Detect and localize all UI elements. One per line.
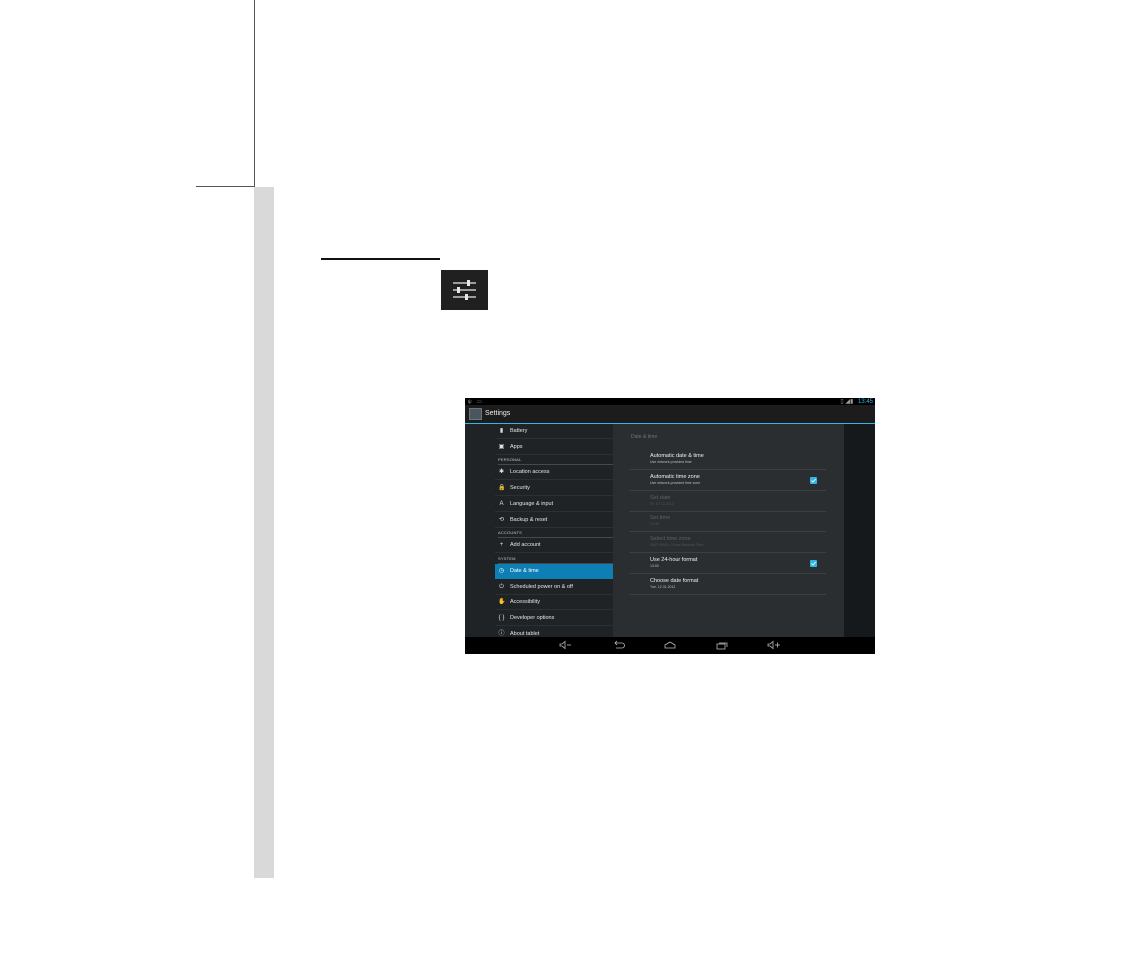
panel-gutter bbox=[844, 424, 875, 637]
sidebar-item-security[interactable]: 🔒 Security bbox=[495, 481, 613, 497]
settings-sliders-icon bbox=[441, 270, 488, 310]
sidebar-item-date-time[interactable]: ◷ Date & time bbox=[495, 563, 613, 579]
braces-icon: { } bbox=[498, 615, 505, 621]
settings-sidebar: ▮ Battery ▣ Apps PERSONAL ✱ Location access 🔒 Se… bbox=[465, 424, 613, 637]
plus-icon: + bbox=[499, 542, 504, 549]
location-icon: ✱ bbox=[498, 469, 505, 476]
sidebar-item-label: Battery bbox=[510, 428, 528, 434]
sidebar-item-label: Language & input bbox=[510, 500, 554, 507]
pref-automatic-time-zone[interactable]: Automatic time zone Use network-provided … bbox=[629, 470, 826, 491]
pref-title: Use 24-hour format bbox=[650, 557, 698, 563]
sidebar-item-label: Date & time bbox=[510, 567, 539, 574]
section-header-personal: PERSONAL bbox=[498, 457, 613, 466]
pref-title: Automatic time zone bbox=[650, 473, 700, 480]
sidebar-item-label: Security bbox=[510, 485, 530, 492]
battery-icon: ▮ bbox=[499, 428, 504, 434]
sidebar-item-label: About tablet bbox=[510, 630, 540, 637]
tablet-screenshot: ψ ▭ ▯ ◢▮ 13:45 Settings ▮ Battery ▣ Apps PER… bbox=[465, 398, 875, 654]
settings-app-icon[interactable] bbox=[469, 408, 482, 420]
sidebar-item-label: Location access bbox=[510, 469, 550, 476]
page-margin-bar bbox=[254, 187, 274, 878]
pref-title: Select time zone bbox=[650, 536, 691, 543]
sidebar-item-developer-options[interactable]: { } Developer options bbox=[495, 611, 613, 626]
volume-down-icon[interactable] bbox=[558, 640, 572, 650]
sidebar-item-apps[interactable]: ▣ Apps bbox=[495, 440, 613, 455]
pref-summary: 13:00 bbox=[650, 564, 659, 568]
sidebar-item-location-access[interactable]: ✱ Location access bbox=[495, 465, 613, 481]
lock-icon: 🔒 bbox=[498, 485, 506, 492]
pref-title: Set time bbox=[650, 515, 671, 522]
pref-summary: 13:45 bbox=[650, 522, 659, 527]
volume-up-icon[interactable] bbox=[767, 640, 781, 650]
panel-title: Date & time bbox=[631, 434, 658, 440]
recents-icon[interactable] bbox=[715, 640, 729, 650]
pref-automatic-date-time[interactable]: Automatic date & time Use network-provide… bbox=[629, 449, 826, 470]
system-tray[interactable]: ▯ ◢▮ 13:45 bbox=[840, 398, 873, 405]
sidebar-item-accessibility[interactable]: ✋ Accessibility bbox=[495, 595, 613, 611]
app-title: Settings bbox=[485, 410, 511, 417]
pref-summary: GMT+08:00, China Standard Time bbox=[650, 543, 704, 548]
pref-summary: Fri, 07.12.2012 bbox=[650, 501, 674, 506]
sidebar-item-language-input[interactable]: A Language & input bbox=[495, 497, 613, 512]
checkbox-checked-icon[interactable] bbox=[810, 560, 817, 567]
pref-set-date: Set date Fri, 07.12.2012 bbox=[629, 491, 826, 512]
sidebar-item-about-tablet[interactable]: ⓘ About tablet bbox=[495, 627, 613, 637]
hand-icon: ✋ bbox=[498, 599, 506, 606]
page-border-horizontal bbox=[196, 186, 255, 187]
pref-summary: Tue, 12.31.2012 bbox=[650, 584, 676, 589]
power-icon: ⏻ bbox=[499, 583, 504, 590]
pref-select-time-zone: Select time zone GMT+08:00, China Standar… bbox=[629, 532, 826, 554]
apps-icon: ▣ bbox=[498, 443, 505, 450]
pref-title: Choose date format bbox=[650, 577, 699, 584]
sidebar-item-label: Apps bbox=[510, 443, 523, 450]
section-header-accounts: ACCOUNTS bbox=[498, 530, 613, 539]
section-header-system: SYSTEM bbox=[498, 556, 613, 564]
pref-title: Set date bbox=[650, 494, 671, 501]
sidebar-item-label: Accessibility bbox=[510, 599, 540, 606]
pref-use-24-hour-format[interactable]: Use 24-hour format 13:00 bbox=[629, 553, 826, 574]
checkbox-checked-icon[interactable] bbox=[810, 476, 817, 484]
sidebar-item-label: Scheduled power on & off bbox=[510, 583, 573, 590]
navigation-bar bbox=[465, 637, 875, 654]
backup-icon: ⟲ bbox=[498, 516, 505, 523]
sidebar-item-add-account[interactable]: + Add account bbox=[495, 538, 613, 554]
pref-summary: Use network-provided time zone bbox=[650, 480, 701, 485]
pref-choose-date-format[interactable]: Choose date format Tue, 12.31.2012 bbox=[629, 574, 826, 595]
clock-icon: ◷ bbox=[498, 567, 505, 574]
pref-set-time: Set time 13:45 bbox=[629, 511, 826, 533]
action-bar: Settings bbox=[465, 405, 875, 424]
sidebar-item-label: Add account bbox=[510, 542, 541, 549]
back-icon[interactable] bbox=[612, 640, 626, 650]
pref-summary: Use network-provided time bbox=[650, 460, 692, 464]
sidebar-item-label: Backup & reset bbox=[510, 516, 548, 523]
language-icon: A bbox=[499, 500, 504, 507]
home-icon[interactable] bbox=[663, 640, 677, 650]
sidebar-item-label: Developer options bbox=[510, 615, 555, 621]
sidebar-item-battery[interactable]: ▮ Battery bbox=[495, 424, 613, 439]
page-border-vertical bbox=[254, 0, 255, 187]
sidebar-item-scheduled-power-on-off[interactable]: ⏻ Scheduled power on & off bbox=[495, 580, 613, 595]
date-time-panel: Date & time Automatic date & time Use net… bbox=[613, 424, 844, 637]
sidebar-item-backup-reset[interactable]: ⟲ Backup & reset bbox=[495, 513, 613, 528]
heading-underline bbox=[321, 258, 440, 260]
pref-title: Automatic date & time bbox=[650, 453, 704, 459]
status-bar: ψ ▭ ▯ ◢▮ 13:45 bbox=[465, 398, 875, 405]
